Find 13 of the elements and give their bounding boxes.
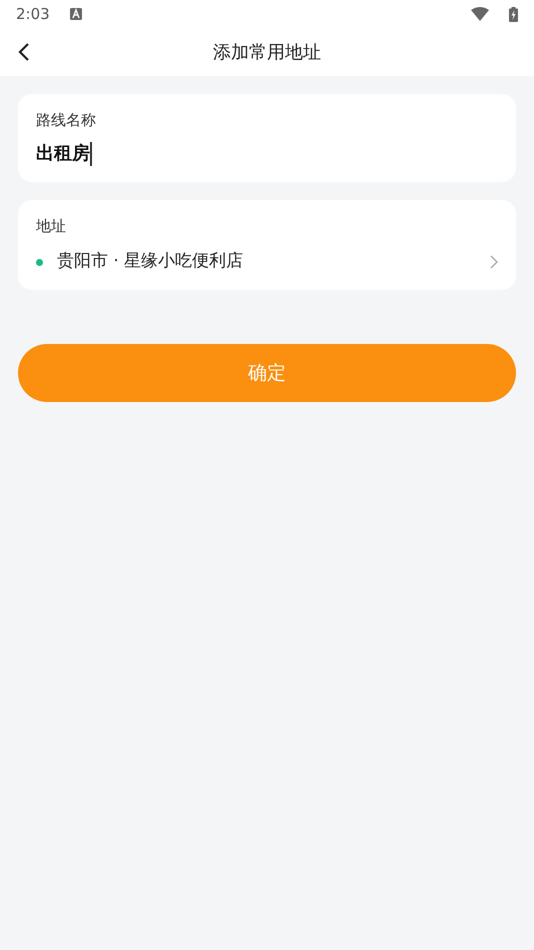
- status-time: 2:03: [16, 4, 50, 25]
- battery-icon: [509, 6, 518, 22]
- text-cursor: [90, 142, 92, 166]
- address-text: 贵阳市 · 星缘小吃便利店: [57, 250, 244, 274]
- page-title: 添加常用地址: [213, 40, 321, 64]
- wifi-icon: [471, 7, 489, 21]
- route-name-input[interactable]: 出租房: [36, 140, 90, 168]
- field-label: 路线名称: [36, 110, 97, 131]
- address-row[interactable]: 贵阳市 · 星缘小吃便利店: [36, 246, 498, 278]
- field-label: 地址: [36, 216, 67, 237]
- notification-icon: [70, 8, 82, 20]
- chevron-right-icon: [490, 255, 498, 269]
- back-icon: [18, 42, 30, 62]
